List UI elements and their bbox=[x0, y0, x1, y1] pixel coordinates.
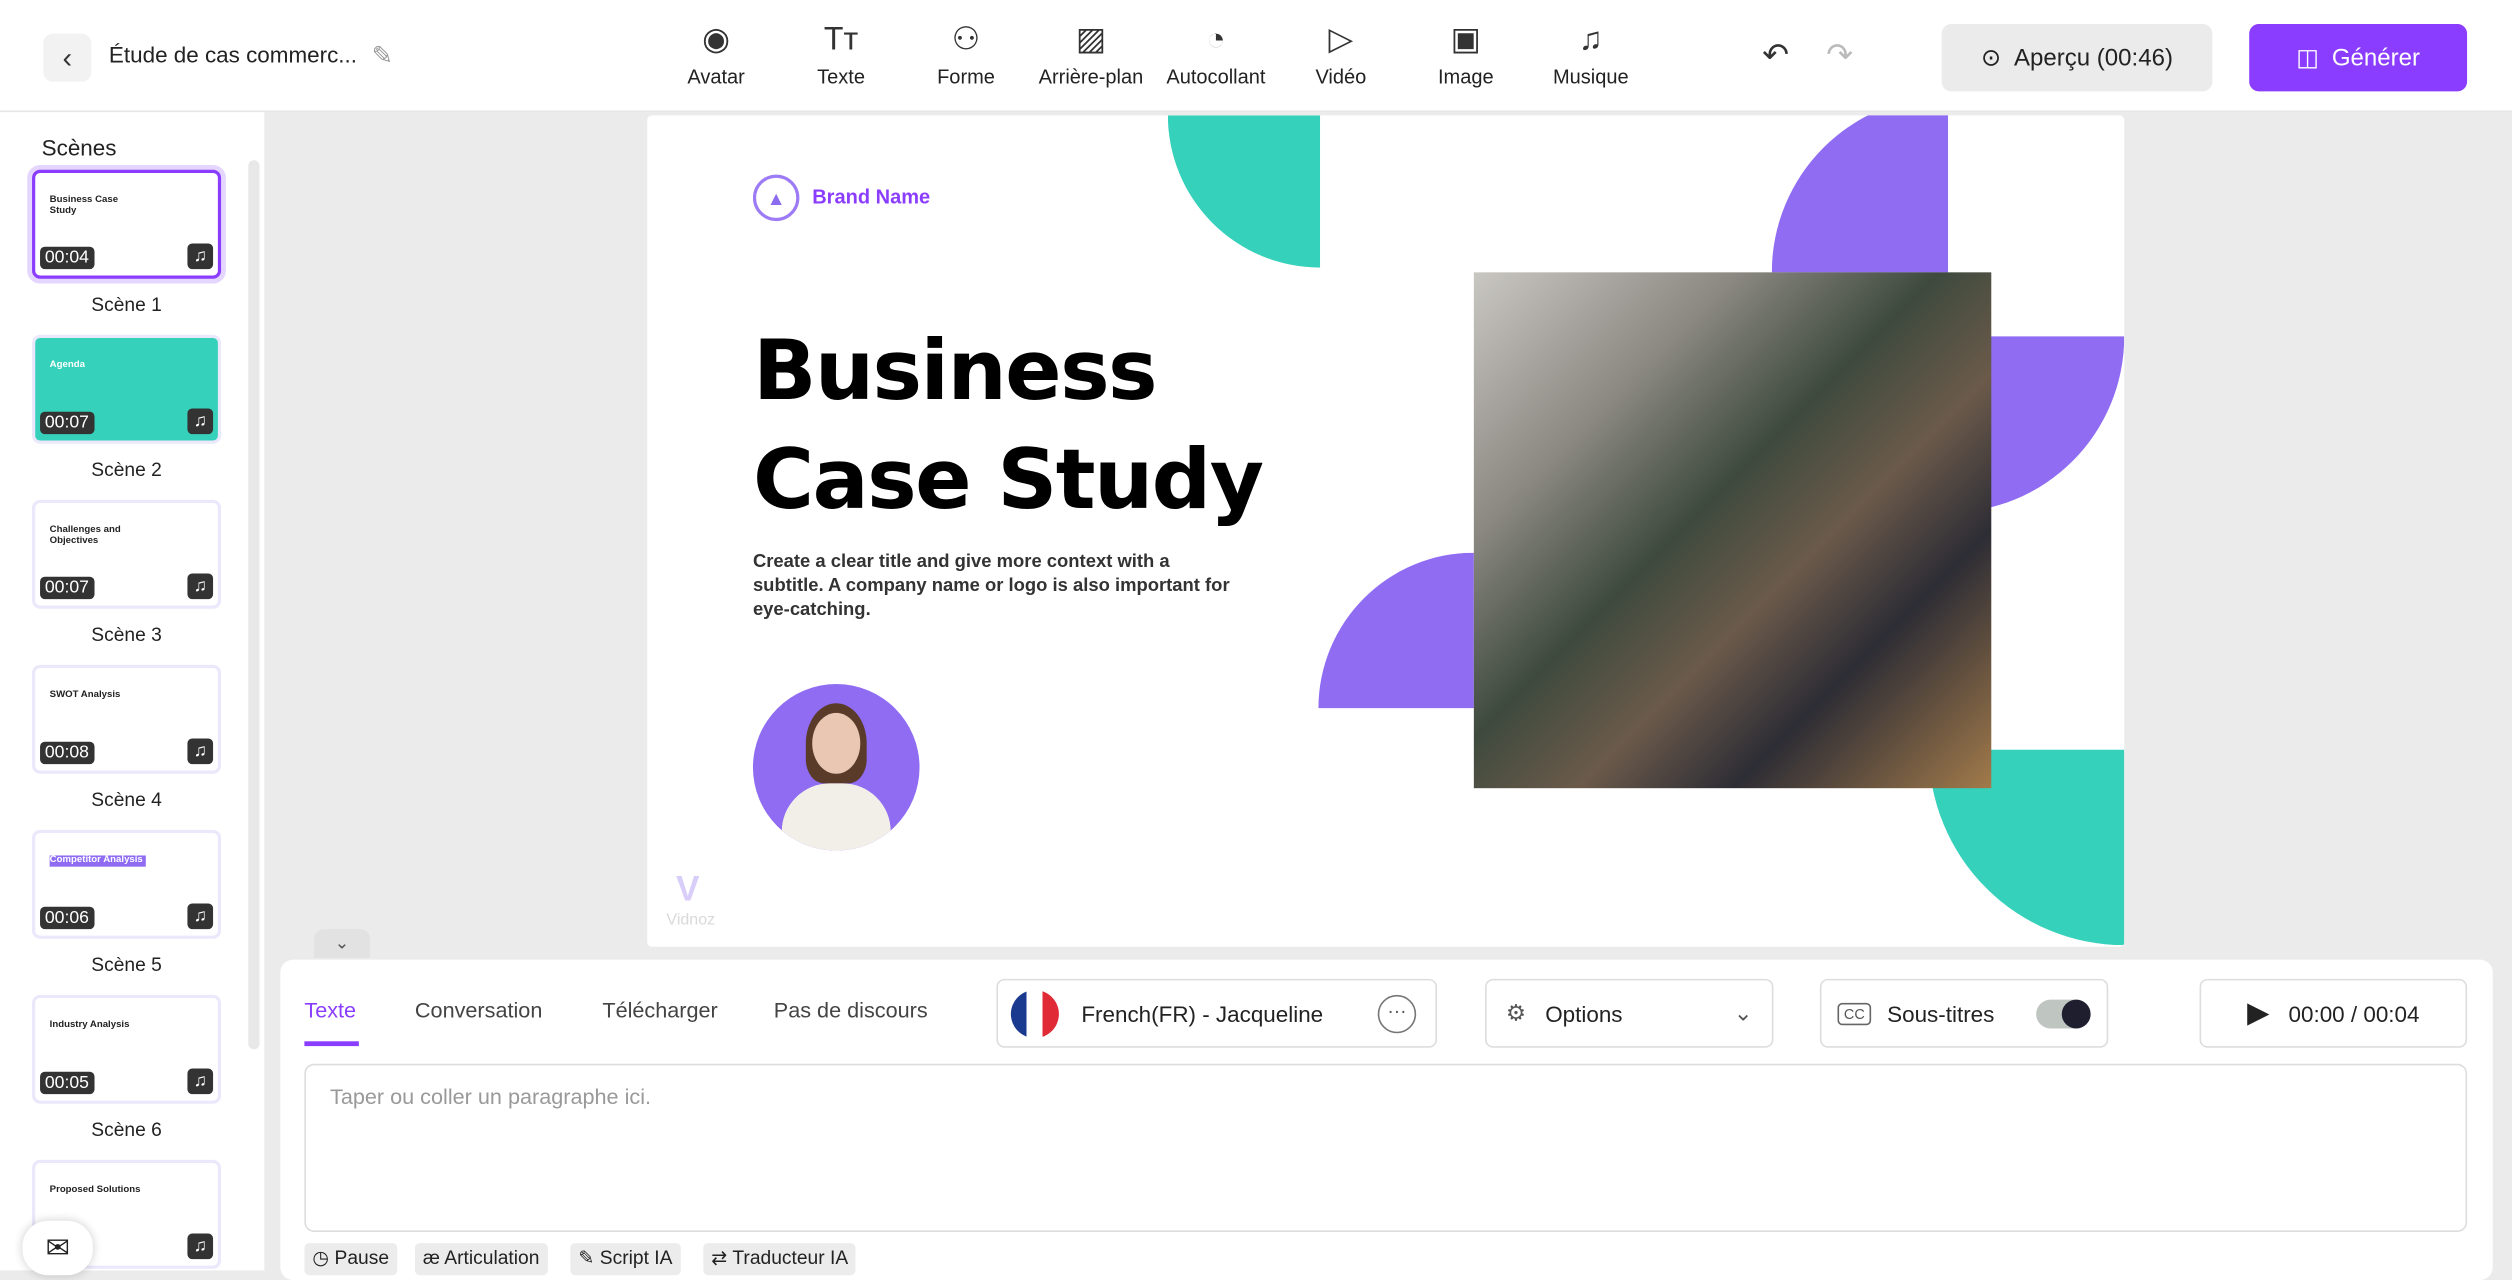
scene-thumbnail[interactable]: Competitor Analysis 00:06 ♫ bbox=[32, 829, 222, 939]
scene-label: Scène 1 bbox=[91, 293, 162, 316]
project-title[interactable]: Étude de cas commerc... bbox=[109, 42, 357, 68]
slide-subtitle[interactable]: Create a clear title and give more conte… bbox=[753, 551, 1234, 623]
generate-button[interactable]: ◫ Générer bbox=[2249, 24, 2468, 92]
music-icon: ♫ bbox=[187, 738, 214, 765]
scene-thumbnail[interactable]: Industry Analysis 00:05 ♫ bbox=[32, 994, 222, 1104]
chat-support-icon[interactable]: ✉ bbox=[22, 1220, 93, 1276]
music-icon: ♫ bbox=[187, 243, 214, 270]
tool-image[interactable]: ▣ Image bbox=[1405, 19, 1527, 88]
play-audio-button[interactable]: ▶ 00:00 / 00:04 bbox=[2199, 978, 2468, 1048]
thumb-title: Agenda bbox=[49, 360, 85, 371]
thumb-title: Industry Analysis bbox=[49, 1020, 130, 1031]
scene-label: Scène 3 bbox=[91, 623, 162, 646]
chevron-down-icon: ⌄ bbox=[1733, 999, 1753, 1026]
options-dropdown[interactable]: ⚙ Options ⌄ bbox=[1485, 978, 1774, 1048]
scene-thumbnail[interactable]: Business Case Study 00:04 ♫ bbox=[32, 169, 222, 279]
script-textarea[interactable]: Taper ou coller un paragraphe ici. bbox=[304, 1063, 2468, 1232]
play-icon: ▶ bbox=[2247, 996, 2270, 1029]
image-icon: ▣ bbox=[1450, 22, 1481, 58]
articulation-button[interactable]: æ Articulation bbox=[414, 1243, 548, 1276]
scene-thumbnail[interactable]: Agenda 00:07 ♫ bbox=[32, 334, 222, 444]
thumb-title: Challenges and Objectives bbox=[49, 525, 121, 547]
music-icon: ♫ bbox=[187, 1233, 214, 1260]
collapse-panel-button[interactable]: ⌄ bbox=[313, 929, 371, 958]
scene-duration: 00:06 bbox=[40, 906, 94, 930]
scene-label: Scène 2 bbox=[91, 458, 162, 481]
generate-icon: ◫ bbox=[2296, 44, 2320, 73]
ai-translator-button[interactable]: ⇄ Traducteur IA bbox=[703, 1243, 857, 1276]
music-icon: ♫ bbox=[187, 903, 214, 930]
tool-sticker[interactable]: ◔ Autocollant bbox=[1155, 19, 1277, 88]
france-flag-icon bbox=[1010, 989, 1059, 1038]
music-icon: ♫ bbox=[1578, 22, 1603, 58]
slide-photo[interactable] bbox=[1473, 272, 1992, 789]
scene-label: Scène 5 bbox=[91, 953, 162, 976]
edit-title-icon[interactable]: ✎ bbox=[372, 40, 393, 72]
avatar-icon: ◉ bbox=[702, 22, 731, 58]
teal-shape bbox=[1167, 115, 1321, 268]
redo-icon[interactable]: ↷ bbox=[1826, 35, 1853, 75]
scene-duration: 00:04 bbox=[40, 246, 94, 270]
back-button[interactable]: ‹ bbox=[43, 33, 92, 82]
shape-icon: ⚇ bbox=[951, 22, 981, 58]
scenes-heading: Scènes bbox=[41, 134, 117, 161]
sliders-icon: ⚙ bbox=[1505, 999, 1527, 1026]
pause-button[interactable]: ◷ Pause bbox=[304, 1243, 398, 1276]
thumb-title: SWOT Analysis bbox=[49, 690, 121, 701]
tab-no-speech[interactable]: Pas de discours bbox=[774, 998, 928, 1022]
video-icon: ▷ bbox=[1328, 22, 1354, 58]
scene-thumbnail[interactable]: SWOT Analysis 00:08 ♫ bbox=[32, 664, 222, 774]
thumb-title: Competitor Analysis bbox=[49, 855, 146, 867]
tool-music[interactable]: ♫ Musique bbox=[1530, 19, 1652, 88]
scene-duration: 00:07 bbox=[40, 411, 94, 435]
tool-shape[interactable]: ⚇ Forme bbox=[905, 19, 1027, 88]
scene-label: Scène 6 bbox=[91, 1118, 162, 1141]
scene-duration: 00:08 bbox=[40, 741, 94, 765]
preview-button[interactable]: ⊙ Aperçu (00:46) bbox=[1941, 24, 2213, 92]
tab-text[interactable]: Texte bbox=[304, 998, 356, 1022]
tab-conversation[interactable]: Conversation bbox=[415, 998, 542, 1022]
voice-selector[interactable]: French(FR) - Jacqueline ··· bbox=[996, 978, 1437, 1048]
scene-duration: 00:05 bbox=[40, 1071, 94, 1095]
music-icon: ♫ bbox=[187, 1068, 214, 1095]
music-icon: ♫ bbox=[187, 573, 214, 600]
slide-title[interactable]: Business Case Study bbox=[753, 317, 1264, 535]
watermark-logo-icon: V bbox=[676, 868, 700, 909]
active-tab-indicator bbox=[304, 1041, 359, 1047]
script-panel: Texte Conversation Télécharger Pas de di… bbox=[280, 959, 2493, 1280]
ai-script-button[interactable]: ✎ Script IA bbox=[570, 1243, 681, 1276]
scenes-sidebar: Scènes Business Case Study 00:04 ♫ Scène 1 A… bbox=[0, 112, 265, 1271]
presenter-avatar[interactable] bbox=[752, 684, 920, 851]
top-bar: ‹ Étude de cas commerc... ✎ ◉ Avatar Tт Te… bbox=[0, 0, 2512, 113]
text-icon: Tт bbox=[823, 22, 859, 58]
music-icon: ♫ bbox=[187, 408, 214, 435]
tool-video[interactable]: ▷ Vidéo bbox=[1280, 19, 1402, 88]
scene-thumbnail[interactable]: Challenges and Objectives 00:07 ♫ bbox=[32, 499, 222, 609]
scene-label: Scène 4 bbox=[91, 788, 162, 811]
subtitles-toggle[interactable] bbox=[2036, 999, 2091, 1029]
thumb-title: Business Case Study bbox=[49, 195, 119, 217]
slide-canvas[interactable]: ▲ Brand Name Business Case Study Create a… bbox=[647, 115, 2125, 947]
brand-name[interactable]: Brand Name bbox=[812, 186, 930, 208]
tab-upload[interactable]: Télécharger bbox=[602, 998, 717, 1022]
cc-icon: CC bbox=[1837, 1002, 1872, 1025]
undo-icon[interactable]: ↶ bbox=[1762, 35, 1789, 75]
brand-logo-icon: ▲ bbox=[752, 174, 800, 222]
tool-background[interactable]: ▨ Arrière-plan bbox=[1030, 19, 1152, 88]
tool-text[interactable]: Tт Texte bbox=[780, 19, 902, 88]
sidebar-scrollbar[interactable] bbox=[248, 160, 260, 1050]
sticker-icon: ◔ bbox=[1206, 22, 1226, 58]
subtitles-box: CC Sous-titres bbox=[1819, 978, 2109, 1048]
watermark-text: Vidnoz bbox=[666, 911, 716, 930]
background-icon: ▨ bbox=[1075, 22, 1107, 58]
scene-duration: 00:07 bbox=[40, 576, 94, 600]
tool-avatar[interactable]: ◉ Avatar bbox=[655, 19, 777, 88]
thumb-title: Proposed Solutions bbox=[49, 1185, 141, 1196]
more-icon[interactable]: ··· bbox=[1377, 994, 1417, 1034]
play-circle-icon: ⊙ bbox=[1981, 44, 2002, 73]
